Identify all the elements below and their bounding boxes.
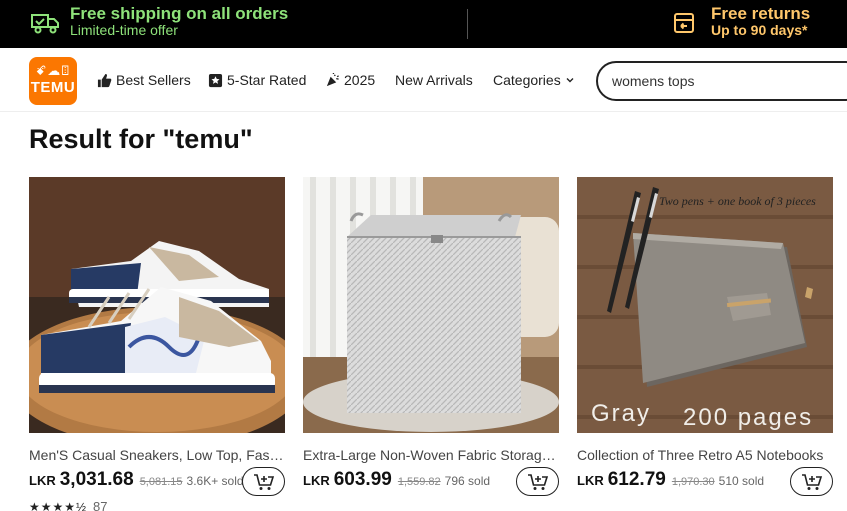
rating: ★★★★½ 87	[29, 499, 108, 511]
star-badge-icon	[208, 73, 223, 87]
price-row: LKR 603.99 1,559.82 796 sold	[303, 469, 490, 495]
image-caption-top: Two pens + one book of 3 pieces	[659, 194, 816, 208]
return-box-icon	[674, 13, 694, 33]
nav-new-arrivals-label: New Arrivals	[395, 72, 473, 88]
promo-divider	[467, 9, 468, 39]
nav-categories[interactable]: Categories	[493, 72, 575, 88]
price-row: LKR 3,031.68 5,081.15 3.6K+ sold	[29, 469, 244, 495]
free-returns-subtitle: Up to 90 days*	[711, 22, 808, 38]
product-image-storage-bag[interactable]	[303, 177, 559, 433]
free-shipping-subtitle: Limited-time offer	[70, 22, 178, 38]
sold-count: 3.6K+ sold	[186, 474, 244, 488]
product-image-sneakers[interactable]	[29, 177, 285, 433]
currency: LKR	[29, 473, 56, 488]
star-rating-icon: ★★★★½	[29, 499, 88, 511]
original-price: 1,559.82	[397, 476, 441, 488]
product-card[interactable]: Extra-Large Non-Woven Fabric Storage Bag…	[303, 177, 559, 511]
product-title[interactable]: Men'S Casual Sneakers, Low Top, Fashion …	[29, 447, 285, 463]
add-to-cart-button[interactable]	[790, 467, 833, 496]
currency: LKR	[303, 473, 330, 488]
chevron-down-icon	[566, 78, 574, 83]
logo-text: TEMU	[30, 79, 76, 96]
original-price: 1,970.30	[671, 476, 715, 488]
nav-2025[interactable]: 2025	[325, 72, 375, 88]
main-nav: ꗄ☁ꘖ TEMU Best Sellers 5-Star Rated 2025 …	[0, 48, 847, 112]
temu-logo[interactable]: ꗄ☁ꘖ TEMU	[29, 57, 77, 105]
price: 612.79	[607, 469, 666, 490]
product-title[interactable]: Collection of Three Retro A5 Notebooks	[577, 447, 833, 463]
add-to-cart-button[interactable]	[516, 467, 559, 496]
logo-glyphs: ꗄ☁ꘖ	[35, 63, 71, 78]
image-caption-pages: 200 pages	[683, 404, 813, 431]
product-card[interactable]: Men'S Casual Sneakers, Low Top, Fashion …	[29, 177, 285, 511]
add-to-cart-icon	[801, 473, 822, 490]
price: 3,031.68	[59, 469, 134, 490]
product-card[interactable]: Two pens + one book of 3 pieces Gray 200…	[577, 177, 833, 511]
add-to-cart-icon	[527, 473, 548, 490]
sold-count: 510 sold	[718, 474, 765, 488]
product-image-notebooks[interactable]: Two pens + one book of 3 pieces Gray 200…	[577, 177, 833, 433]
price: 603.99	[333, 469, 392, 490]
free-returns-title: Free returns	[711, 4, 811, 23]
add-to-cart-button[interactable]	[242, 467, 285, 496]
free-shipping-title: Free shipping on all orders	[70, 4, 289, 23]
nav-best-sellers-label: Best Sellers	[116, 72, 191, 88]
nav-five-star-rated[interactable]: 5-Star Rated	[208, 72, 306, 88]
party-popper-icon	[326, 72, 339, 86]
product-title[interactable]: Extra-Large Non-Woven Fabric Storage Bag	[303, 447, 559, 463]
delivery-truck-icon	[31, 14, 59, 34]
nav-best-sellers[interactable]: Best Sellers	[97, 72, 191, 88]
original-price: 5,081.15	[139, 476, 183, 488]
price-row: LKR 612.79 1,970.30 510 sold	[577, 469, 764, 495]
nav-2025-label: 2025	[344, 72, 376, 88]
search-input[interactable]	[596, 61, 847, 101]
thumbs-up-icon	[97, 73, 112, 87]
image-caption-gray: Gray	[591, 400, 651, 427]
add-to-cart-icon	[253, 473, 274, 490]
currency: LKR	[577, 473, 604, 488]
rating-count: 87	[93, 499, 108, 511]
nav-new-arrivals[interactable]: New Arrivals	[395, 72, 473, 88]
promo-banner: Free shipping on all orders Limited-time…	[0, 0, 847, 48]
sold-count: 796 sold	[444, 474, 491, 488]
nav-categories-label: Categories	[493, 72, 561, 88]
nav-five-star-label: 5-Star Rated	[227, 72, 307, 88]
result-title: Result for "temu"	[29, 124, 253, 154]
